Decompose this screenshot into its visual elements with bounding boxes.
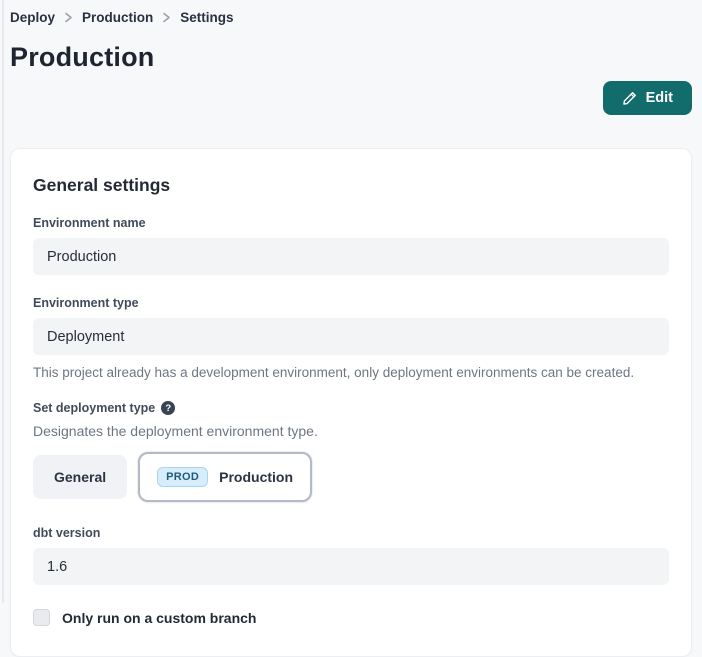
environment-type-label: Environment type <box>33 296 669 310</box>
card-heading: General settings <box>33 175 669 196</box>
deployment-type-option-general[interactable]: General <box>33 455 127 499</box>
edit-button-label: Edit <box>646 90 673 106</box>
main-content: Deploy Production Settings Production Ed… <box>0 0 702 657</box>
content-left-divider <box>2 0 4 603</box>
environment-type-input[interactable]: Deployment <box>33 318 669 355</box>
toolbar: Edit <box>10 81 692 115</box>
environment-name-field-group: Environment name Production <box>33 216 669 275</box>
dbt-version-field-group: dbt version 1.6 <box>33 526 669 585</box>
environment-type-helper-text: This project already has a development e… <box>33 365 669 380</box>
help-icon[interactable]: ? <box>161 401 175 415</box>
deployment-type-description: Designates the deployment environment ty… <box>33 423 669 439</box>
custom-branch-row: Only run on a custom branch <box>33 609 669 626</box>
breadcrumb-item-production[interactable]: Production <box>82 10 153 25</box>
custom-branch-checkbox[interactable] <box>33 609 50 626</box>
general-settings-card: General settings Environment name Produc… <box>10 148 692 657</box>
chevron-right-icon <box>162 12 171 23</box>
breadcrumb-item-deploy[interactable]: Deploy <box>10 10 55 25</box>
breadcrumb: Deploy Production Settings <box>10 0 692 25</box>
custom-branch-label: Only run on a custom branch <box>62 610 256 626</box>
page-title: Production <box>10 42 692 73</box>
environment-name-input[interactable]: Production <box>33 238 669 275</box>
deployment-type-field-group: Set deployment type ? Designates the dep… <box>33 401 669 502</box>
environment-name-label: Environment name <box>33 216 669 230</box>
breadcrumb-item-settings: Settings <box>180 10 233 25</box>
dbt-version-input[interactable]: 1.6 <box>33 548 669 585</box>
deployment-type-toggle-group: General PROD Production <box>33 452 669 502</box>
deployment-type-option-production-label: Production <box>219 469 293 485</box>
deployment-type-label-row: Set deployment type ? <box>33 401 669 415</box>
deployment-type-option-production[interactable]: PROD Production <box>138 452 312 502</box>
chevron-right-icon <box>64 12 73 23</box>
environment-type-field-group: Environment type Deployment This project… <box>33 296 669 380</box>
deployment-type-label: Set deployment type <box>33 401 155 415</box>
dbt-version-label: dbt version <box>33 526 669 540</box>
pencil-icon <box>622 91 637 106</box>
prod-badge: PROD <box>157 467 208 487</box>
edit-button[interactable]: Edit <box>603 81 692 115</box>
